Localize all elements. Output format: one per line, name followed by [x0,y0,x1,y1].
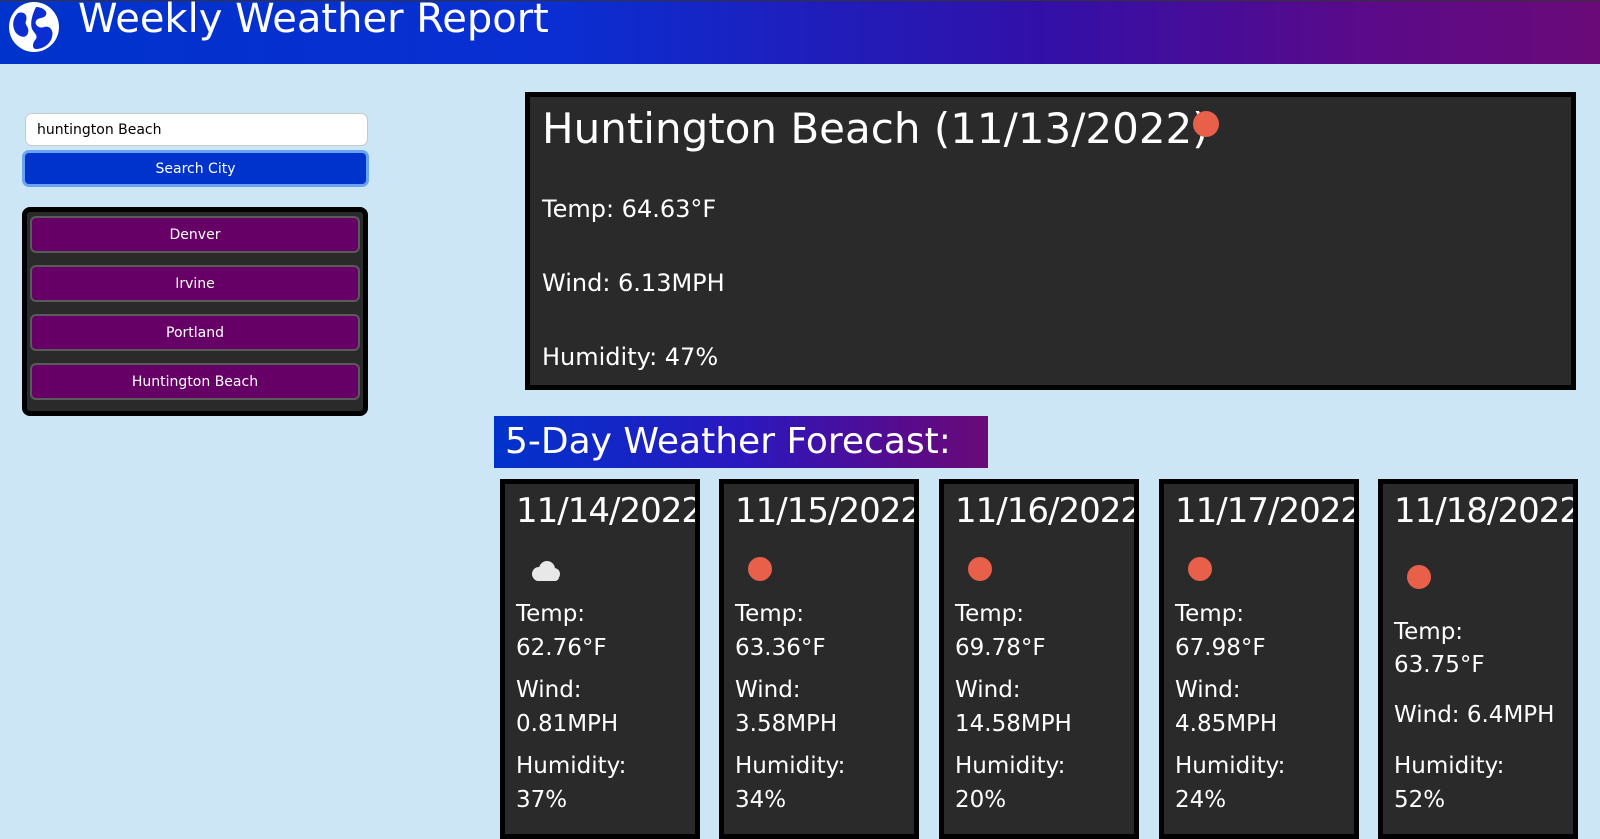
cloud-icon [528,560,562,586]
sun-icon [748,557,772,581]
forecast-date: 11/14/2022 [516,491,700,531]
sun-icon [1188,557,1212,581]
forecast-wind: 0.81MPH [516,711,619,737]
forecast-card: 11/14/2022 Temp: 62.76°F Wind: 0.81MPH H… [500,479,700,839]
forecast-wind-label: Wind: [516,677,582,703]
forecast-humidity-label: Humidity: [735,753,846,779]
forecast-card: 11/18/2022 Temp: 63.75°F Wind: 6.4MPH Hu… [1378,479,1578,839]
forecast-wind-label: Wind: [1175,677,1241,703]
sun-icon [1193,111,1219,137]
forecast-temp-label: Temp: [1394,619,1464,645]
history-item-denver[interactable]: Denver [30,216,360,253]
forecast-wind: Wind: 6.4MPH [1394,702,1555,728]
forecast-humidity: 34% [735,787,787,813]
sun-icon [968,557,992,581]
forecast-wind: 3.58MPH [735,711,838,737]
sun-icon [1407,565,1431,589]
current-weather-panel: Huntington Beach (11/13/2022) Temp: 64.6… [525,92,1576,390]
forecast-humidity: 52% [1394,787,1446,813]
history-item-portland[interactable]: Portland [30,314,360,351]
forecast-wind: 4.85MPH [1175,711,1278,737]
current-city-title: Huntington Beach (11/13/2022) [542,104,1209,153]
current-wind: Wind: 6.13MPH [542,269,725,297]
history-item-huntington-beach[interactable]: Huntington Beach [30,363,360,400]
current-humidity: Humidity: 47% [542,343,719,371]
forecast-humidity: 20% [955,787,1007,813]
forecast-card: 11/17/2022 Temp: 67.98°F Wind: 4.85MPH H… [1159,479,1359,839]
current-temp: Temp: 64.63°F [542,195,717,223]
forecast-temp: 62.76°F [516,635,607,661]
forecast-date: 11/16/2022 [955,491,1139,531]
forecast-humidity: 24% [1175,787,1227,813]
search-city-button[interactable]: Search City [22,150,369,187]
search-history-list: Denver Irvine Portland Huntington Beach [22,207,368,416]
forecast-card: 11/16/2022 Temp: 69.78°F Wind: 14.58MPH … [939,479,1139,839]
forecast-date: 11/15/2022 [735,491,919,531]
forecast-humidity-label: Humidity: [1394,753,1505,779]
forecast-temp: 69.78°F [955,635,1046,661]
app-title: Weekly Weather Report [78,0,549,42]
forecast-temp-label: Temp: [955,601,1025,627]
forecast-date: 11/17/2022 [1175,491,1359,531]
forecast-wind: 14.58MPH [955,711,1072,737]
forecast-humidity: 37% [516,787,568,813]
forecast-humidity-label: Humidity: [516,753,627,779]
forecast-wind-label: Wind: [735,677,801,703]
forecast-temp: 67.98°F [1175,635,1266,661]
app-header: Weekly Weather Report [0,0,1600,64]
forecast-temp-label: Temp: [516,601,586,627]
forecast-card: 11/15/2022 Temp: 63.36°F Wind: 3.58MPH H… [719,479,919,839]
forecast-humidity-label: Humidity: [955,753,1066,779]
forecast-temp: 63.75°F [1394,652,1485,678]
history-item-irvine[interactable]: Irvine [30,265,360,302]
forecast-humidity-label: Humidity: [1175,753,1286,779]
forecast-heading: 5-Day Weather Forecast: [494,416,988,468]
city-search-input[interactable] [25,113,368,146]
forecast-wind-label: Wind: [955,677,1021,703]
globe-icon [9,2,59,52]
forecast-date: 11/18/2022 [1394,491,1578,531]
forecast-temp-label: Temp: [735,601,805,627]
forecast-temp: 63.36°F [735,635,826,661]
forecast-temp-label: Temp: [1175,601,1245,627]
